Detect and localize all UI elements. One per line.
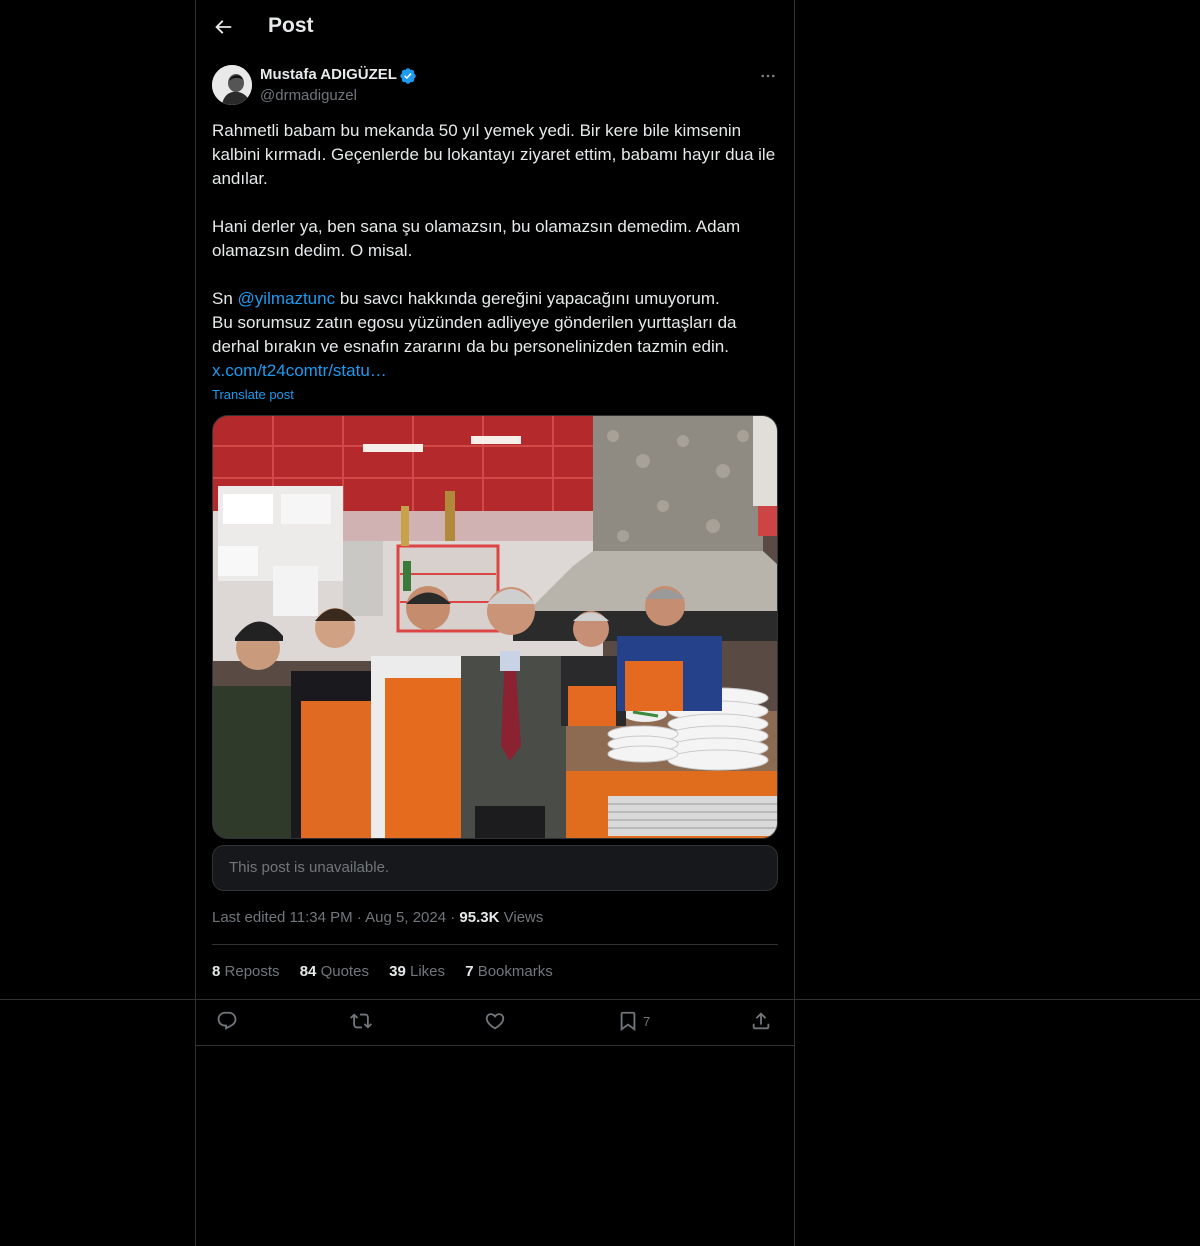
author-block: Mustafa ADIGÜZEL @drmadiguzel (212, 65, 778, 107)
engagement-stats: 8 Reposts 84 Quotes 39 Likes 7 Bookmarks (212, 963, 569, 980)
divider (196, 1045, 794, 1046)
tweet-text: Rahmetli babam bu mekanda 50 yıl yemek y… (212, 119, 778, 383)
header: Post (196, 0, 794, 54)
reposts-stat[interactable]: 8 Reposts (212, 963, 280, 980)
tweet-url-link[interactable]: x.com/t24comtr/statu… (212, 361, 387, 380)
views-label: Views (503, 909, 544, 926)
edited-timestamp[interactable]: Last edited 11:34 PM (212, 909, 353, 926)
share-button[interactable] (750, 1010, 772, 1032)
bookmarks-stat[interactable]: 7 Bookmarks (465, 963, 553, 980)
reply-button[interactable] (216, 1010, 238, 1032)
post-date[interactable]: Aug 5, 2024 (365, 909, 446, 926)
tweet-text-span: bu savcı hakkında gereğini yapacağını um… (335, 289, 720, 308)
tweet-paragraph: Rahmetli babam bu mekanda 50 yıl yemek y… (212, 121, 776, 188)
share-icon (752, 1012, 770, 1030)
verified-badge-icon[interactable] (399, 67, 417, 85)
mention-link[interactable]: @yilmaztunc (238, 289, 336, 308)
bookmark-count: 7 (643, 1013, 651, 1029)
post-column: Post Mustafa ADIGÜZEL @drmadiguzel Rahme… (195, 0, 795, 1246)
unavailable-text: This post is unavailable. (229, 859, 390, 876)
bookmark-button[interactable]: 7 (617, 1010, 650, 1032)
tweet-photo[interactable] (212, 415, 778, 839)
divider (212, 944, 778, 945)
avatar[interactable] (212, 65, 252, 105)
more-options-icon[interactable] (758, 67, 778, 85)
translate-post-link[interactable]: Translate post (212, 387, 294, 402)
back-arrow-icon[interactable] (212, 16, 234, 38)
bookmark-icon (620, 1011, 636, 1032)
likes-stat[interactable]: 39 Likes (389, 963, 445, 980)
author-handle[interactable]: @drmadiguzel (260, 87, 357, 104)
heart-icon (485, 1013, 505, 1030)
tweet-paragraph: Bu sorumsuz zatın egosu yüzünden adliyey… (212, 313, 737, 356)
tweet-paragraph: Sn @yilmaztunc bu savcı hakkında gereğin… (212, 287, 778, 311)
quoted-post-unavailable: This post is unavailable. (212, 845, 778, 891)
like-button[interactable] (484, 1010, 506, 1032)
tweet-paragraph: Hani derler ya, ben sana şu olamazsın, b… (212, 217, 741, 260)
author-display-name[interactable]: Mustafa ADIGÜZEL (260, 66, 397, 83)
restaurant-group-photo (213, 416, 777, 838)
action-bar: 7 (212, 1008, 778, 1036)
post-meta: Last edited 11:34 PM · Aug 5, 2024 · 95.… (212, 909, 544, 926)
page-title: Post (268, 14, 314, 37)
reply-icon (217, 1011, 237, 1030)
repost-button[interactable] (350, 1010, 372, 1032)
quotes-stat[interactable]: 84 Quotes (300, 963, 369, 980)
views-count: 95.3K (459, 909, 500, 926)
repost-icon (350, 1013, 372, 1029)
tweet-text-span: Sn (212, 289, 238, 308)
